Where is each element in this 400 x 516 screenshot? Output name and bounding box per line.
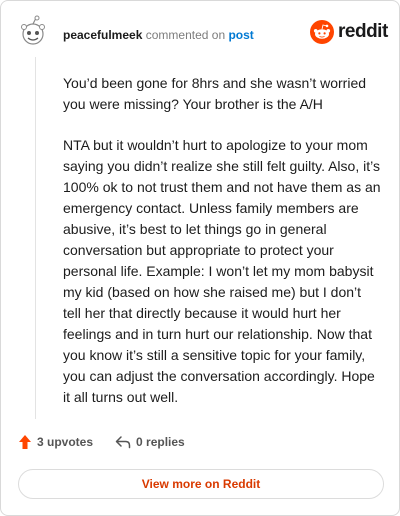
username[interactable]: peacefulmeek: [63, 28, 142, 42]
comment-paragraph: NTA but it wouldn’t hurt to apologize to…: [63, 137, 381, 405]
reply-count: 0 replies: [136, 435, 185, 449]
reddit-logo[interactable]: reddit: [310, 20, 388, 44]
thread-line: [35, 57, 36, 419]
avatar[interactable]: [18, 15, 48, 49]
reddit-wordmark: reddit: [338, 21, 388, 42]
comment-actions: 3 upvotes 0 replies: [18, 434, 185, 450]
post-link[interactable]: post: [228, 28, 253, 42]
view-more-button[interactable]: View more on Reddit: [18, 469, 384, 499]
reply-button[interactable]: 0 replies: [115, 435, 185, 449]
comment-header: peacefulmeek commented on post: [63, 28, 254, 42]
reddit-logo-icon: [310, 20, 334, 44]
upvote-count: 3 upvotes: [37, 435, 94, 449]
action-verb: commented on: [145, 28, 226, 42]
upvote-button[interactable]: 3 upvotes: [18, 434, 93, 450]
reply-arrow-icon: [115, 436, 131, 449]
comment-paragraph: You’d been gone for 8hrs and she wasn’t …: [63, 75, 367, 112]
comment-embed-card: peacefulmeek commented on post reddit Yo…: [0, 0, 400, 516]
upvote-arrow-icon: [19, 435, 31, 449]
comment-body: You’d been gone for 8hrs and she wasn’t …: [63, 73, 381, 428]
